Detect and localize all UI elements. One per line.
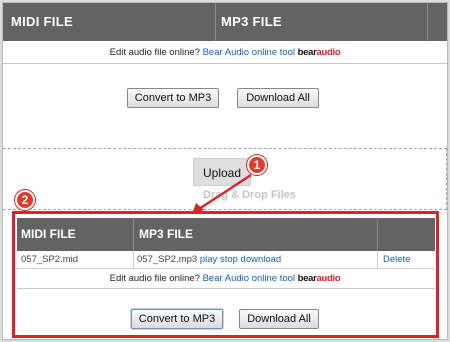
stop-link[interactable]: stop — [220, 254, 238, 265]
delete-link[interactable]: Delete — [383, 251, 410, 269]
result-promo-text: Edit audio file online? — [109, 273, 200, 284]
mp3-filename: 057_SP2.mp3 — [137, 254, 198, 265]
result-convert-to-mp3-button[interactable]: Convert to MP3 — [131, 309, 223, 329]
result-header-divider — [133, 218, 134, 251]
result-col-midi-header: MIDI FILE — [21, 227, 76, 241]
cell-divider — [133, 251, 134, 269]
step-marker-2: 2 — [15, 190, 35, 210]
result-promo-line: Edit audio file online? Bear Audio onlin… — [3, 273, 447, 284]
result-promo-link[interactable]: Bear Audio online tool — [203, 273, 295, 284]
result-table-header: MIDI FILE MP3 FILE — [17, 218, 435, 251]
mp3-cell: 057_SP2.mp3 play stop download — [137, 251, 281, 269]
result-col-mp3-header: MP3 FILE — [139, 227, 194, 241]
app-frame: MIDI FILE MP3 FILE Edit audio file onlin… — [2, 2, 448, 340]
download-link[interactable]: download — [241, 254, 282, 265]
play-link[interactable]: play — [200, 254, 217, 265]
bearaudio-logo[interactable]: bearaudio — [298, 273, 341, 284]
midi-filename: 057_SP2.mid — [21, 254, 79, 265]
cell-divider — [377, 251, 378, 269]
result-download-all-button[interactable]: Download All — [239, 309, 319, 329]
divider — [17, 288, 435, 289]
table-row: 057_SP2.mid 057_SP2.mp3 play stop downlo… — [17, 251, 435, 269]
result-header-divider — [377, 218, 378, 251]
